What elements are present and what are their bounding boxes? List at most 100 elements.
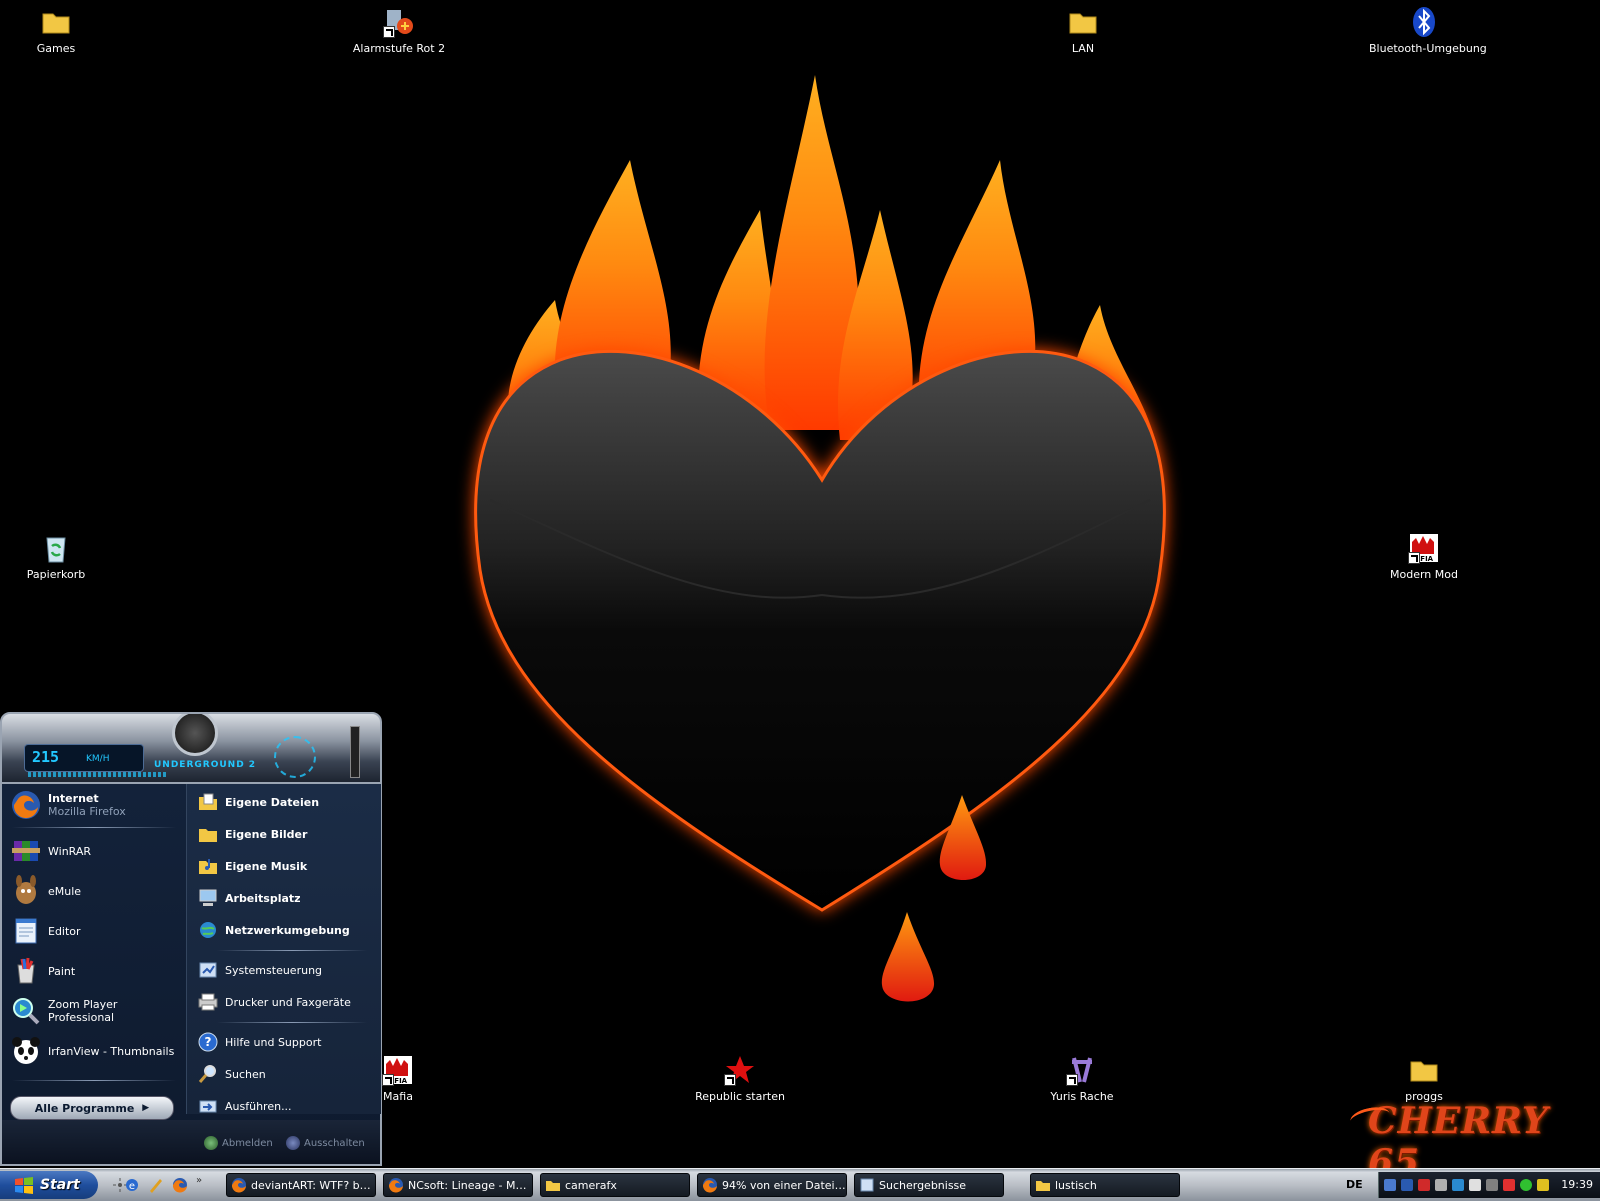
task-button[interactable]: camerafx xyxy=(540,1173,690,1197)
tool-hilfe[interactable]: ? Hilfe und Support xyxy=(197,1028,321,1056)
program-winrar[interactable]: WinRAR xyxy=(10,834,91,868)
tray-app-icon[interactable] xyxy=(1503,1179,1515,1191)
desktop-icon-lan[interactable]: LAN xyxy=(1028,6,1138,55)
places-column: Eigene Dateien Eigene Bilder Eigene Musi… xyxy=(186,784,381,1114)
printer-icon xyxy=(197,991,219,1013)
red-alert-game-icon xyxy=(383,6,415,38)
tray-network-icon[interactable] xyxy=(1384,1179,1396,1191)
program-emule[interactable]: eMule xyxy=(10,874,81,908)
program-label: Paint xyxy=(48,964,76,978)
tray-app-icon[interactable] xyxy=(1452,1179,1464,1191)
firefox-icon[interactable] xyxy=(172,1177,188,1193)
desktop-icon-alarmstufe-rot-2[interactable]: Alarmstufe Rot 2 xyxy=(344,6,454,55)
desktop-icon-proggs[interactable]: proggs xyxy=(1369,1054,1479,1103)
desktop-icon-label: Bluetooth-Umgebung xyxy=(1369,42,1487,55)
windows-flag-icon xyxy=(15,1177,33,1194)
programs-column: Internet Mozilla Firefox WinRAR eMule Ed… xyxy=(2,784,184,1084)
place-eigene-bilder[interactable]: Eigene Bilder xyxy=(197,820,307,848)
start-menu-body: Internet Mozilla Firefox WinRAR eMule Ed… xyxy=(0,784,382,1166)
task-button[interactable]: Suchergebnisse xyxy=(854,1173,1004,1197)
tray-volume-icon[interactable] xyxy=(1486,1179,1498,1191)
program-label: Zoom Player Professional xyxy=(48,998,118,1024)
shutdown-button[interactable]: Ausschalten xyxy=(286,1136,365,1150)
search-results-icon xyxy=(860,1178,874,1192)
tray-app-icon[interactable] xyxy=(1469,1179,1481,1191)
speed-unit: KM/H xyxy=(86,754,110,764)
svg-text:e: e xyxy=(129,1181,135,1192)
red-star-icon xyxy=(724,1054,756,1086)
place-eigene-musik[interactable]: Eigene Musik xyxy=(197,852,307,880)
setting-systemsteuerung[interactable]: Systemsteuerung xyxy=(197,956,322,984)
pinned-title: Internet xyxy=(48,792,99,805)
pinned-internet[interactable]: Internet Mozilla Firefox xyxy=(10,788,126,822)
taskbar: Start e » deviantART: WTF? by ... NCsoft… xyxy=(0,1168,1600,1201)
emule-icon xyxy=(10,875,42,907)
folder-icon xyxy=(1036,1181,1050,1191)
program-irfanview[interactable]: IrfanView - Thumbnails xyxy=(10,1034,174,1068)
mafia-game-icon: AFIA xyxy=(382,1054,414,1086)
tool-label: Hilfe und Support xyxy=(225,1035,322,1049)
pinned-subtitle: Mozilla Firefox xyxy=(48,805,126,818)
overflow-chevron-icon[interactable]: » xyxy=(196,1175,202,1186)
desktop-icon-label: Modern Mod xyxy=(1390,568,1458,581)
program-paint[interactable]: Paint xyxy=(10,954,75,988)
desktop-icon-games[interactable]: Games xyxy=(1,6,111,55)
task-label: camerafx xyxy=(565,1178,617,1192)
speed-value: 215 xyxy=(32,748,60,766)
tool-suchen[interactable]: Suchen xyxy=(197,1060,266,1088)
desktop-icon-label: LAN xyxy=(1071,42,1095,55)
tray-antivirus-icon[interactable] xyxy=(1418,1179,1430,1191)
program-editor[interactable]: Editor xyxy=(10,914,81,948)
network-globe-icon xyxy=(197,919,219,941)
desktop-icon-republic-starten[interactable]: Republic starten xyxy=(685,1054,795,1103)
shutdown-icon xyxy=(286,1136,300,1150)
documents-folder-icon xyxy=(197,791,219,813)
start-button[interactable]: Start xyxy=(0,1171,98,1199)
tool-ausfuehren[interactable]: Ausführen... xyxy=(197,1092,292,1120)
logoff-button[interactable]: Abmelden xyxy=(204,1136,273,1150)
desktop-icon-yuris-rache[interactable]: Yuris Rache xyxy=(1027,1054,1137,1103)
task-label: Suchergebnisse xyxy=(879,1178,967,1192)
setting-label: Systemsteuerung xyxy=(225,963,323,977)
desktop-icon-label: Yuris Rache xyxy=(1050,1090,1114,1103)
desktop-icon-papierkorb[interactable]: Papierkorb xyxy=(1,532,111,581)
task-button[interactable]: 94% von einer Datei - ... xyxy=(697,1173,847,1197)
help-icon: ? xyxy=(197,1031,219,1053)
separator xyxy=(12,827,176,828)
firefox-icon xyxy=(702,1178,717,1193)
folder-icon xyxy=(40,6,72,38)
computer-icon xyxy=(197,887,219,909)
clock[interactable]: 19:39 xyxy=(1561,1178,1593,1191)
task-button[interactable]: lustisch xyxy=(1030,1173,1180,1197)
shortcut-arrow-icon xyxy=(382,1074,394,1086)
rpm-gauge-icon xyxy=(274,736,316,778)
program-zoom-player[interactable]: Zoom Player Professional xyxy=(10,994,184,1028)
place-arbeitsplatz[interactable]: Arbeitsplatz xyxy=(197,884,301,912)
tool-label: Ausführen... xyxy=(225,1099,292,1113)
separator xyxy=(12,1080,176,1081)
language-indicator[interactable]: DE xyxy=(1346,1178,1363,1191)
desktop-icon-modern-mod[interactable]: AFIA Modern Mod xyxy=(1369,532,1479,581)
tray-app-icon[interactable] xyxy=(1520,1179,1532,1191)
task-button[interactable]: deviantART: WTF? by ... xyxy=(226,1173,376,1197)
tray-power-icon[interactable] xyxy=(1537,1179,1549,1191)
place-eigene-dateien[interactable]: Eigene Dateien xyxy=(197,788,319,816)
volume-slider[interactable] xyxy=(350,726,360,778)
logoff-label: Abmelden xyxy=(222,1137,273,1149)
arrow-right-icon: ▶ xyxy=(142,1103,150,1113)
bluetooth-icon xyxy=(1408,6,1440,38)
place-netzwerkumgebung[interactable]: Netzwerkumgebung xyxy=(197,916,350,944)
ie-icon[interactable]: e xyxy=(124,1177,140,1193)
desktop-icon-bluetooth[interactable]: Bluetooth-Umgebung xyxy=(1369,6,1487,55)
system-tray: 19:39 xyxy=(1378,1172,1600,1198)
task-button[interactable]: NCsoft: Lineage - Mozi... xyxy=(383,1173,533,1197)
notepad-icon xyxy=(10,915,42,947)
all-programs-button[interactable]: Alle Programme ▶ xyxy=(10,1096,174,1120)
firefox-icon xyxy=(388,1178,403,1193)
tray-bluetooth-icon[interactable] xyxy=(1401,1179,1413,1191)
place-label: Eigene Bilder xyxy=(225,827,308,841)
task-label: 94% von einer Datei - ... xyxy=(722,1178,846,1192)
setting-drucker[interactable]: Drucker und Faxgeräte xyxy=(197,988,351,1016)
tray-app-icon[interactable] xyxy=(1435,1179,1447,1191)
quick-launch-icon[interactable] xyxy=(148,1177,164,1193)
